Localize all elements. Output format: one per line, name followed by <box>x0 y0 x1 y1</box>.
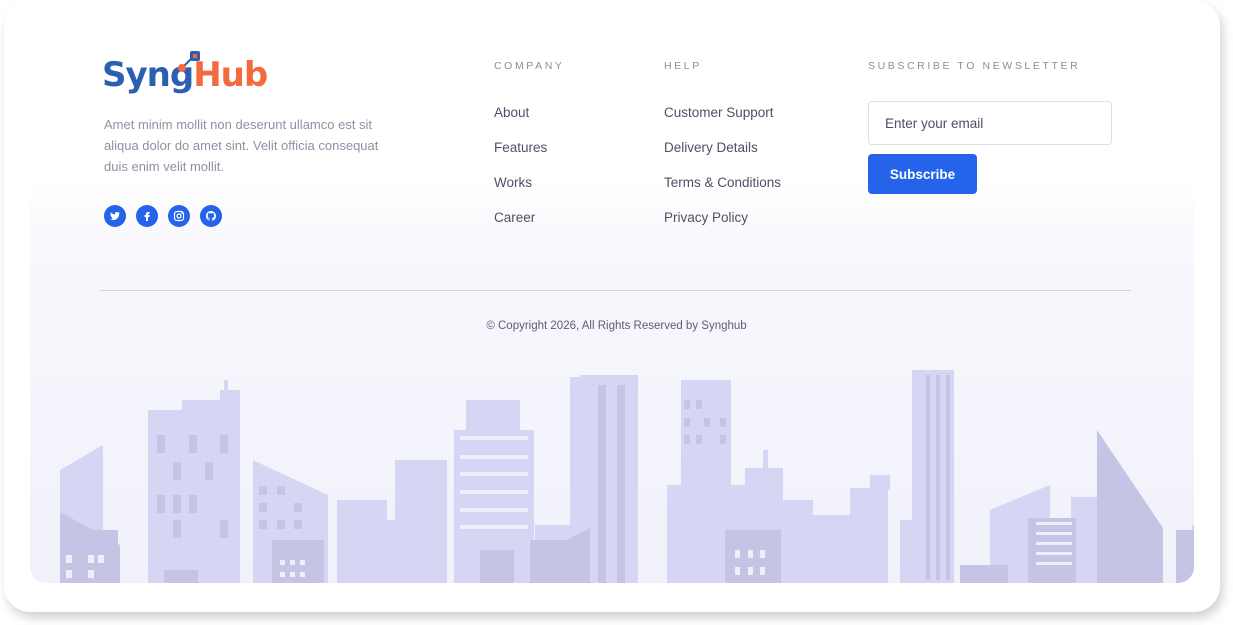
company-link-career[interactable]: Career <box>494 209 547 244</box>
twitter-icon[interactable] <box>104 205 126 227</box>
company-links: About Features Works Career <box>494 104 547 244</box>
brand-description: Amet minim mollit non deserunt ullamco e… <box>104 117 379 174</box>
company-link-features[interactable]: Features <box>494 139 547 174</box>
help-link-customer-support[interactable]: Customer Support <box>664 104 781 139</box>
help-link-terms-conditions[interactable]: Terms & Conditions <box>664 174 781 209</box>
logo-hub-text: Hub <box>193 55 268 95</box>
city-skyline-illustration <box>60 370 1194 583</box>
footer-card: SyngHub Amet minim mollit non deserunt u… <box>4 0 1220 612</box>
logo-mark-icon <box>178 51 200 72</box>
social-links <box>104 205 222 227</box>
company-link-works[interactable]: Works <box>494 174 547 209</box>
help-links: Customer Support Delivery Details Terms … <box>664 104 781 244</box>
email-input[interactable] <box>868 101 1112 145</box>
help-link-privacy-policy[interactable]: Privacy Policy <box>664 209 781 244</box>
subscribe-button[interactable]: Subscribe <box>868 154 977 194</box>
instagram-icon[interactable] <box>168 205 190 227</box>
copyright-text: © Copyright 2026, All Rights Reserved by… <box>486 320 747 332</box>
facebook-icon[interactable] <box>136 205 158 227</box>
synghub-logo[interactable]: SyngHub <box>102 48 268 102</box>
company-heading: COMPANY <box>494 60 565 72</box>
github-icon[interactable] <box>200 205 222 227</box>
help-heading: HELP <box>664 60 702 72</box>
footer-divider <box>100 290 1131 291</box>
help-link-delivery-details[interactable]: Delivery Details <box>664 139 781 174</box>
company-link-about[interactable]: About <box>494 104 547 139</box>
newsletter-heading: SUBSCRIBE TO NEWSLETTER <box>868 60 1081 72</box>
